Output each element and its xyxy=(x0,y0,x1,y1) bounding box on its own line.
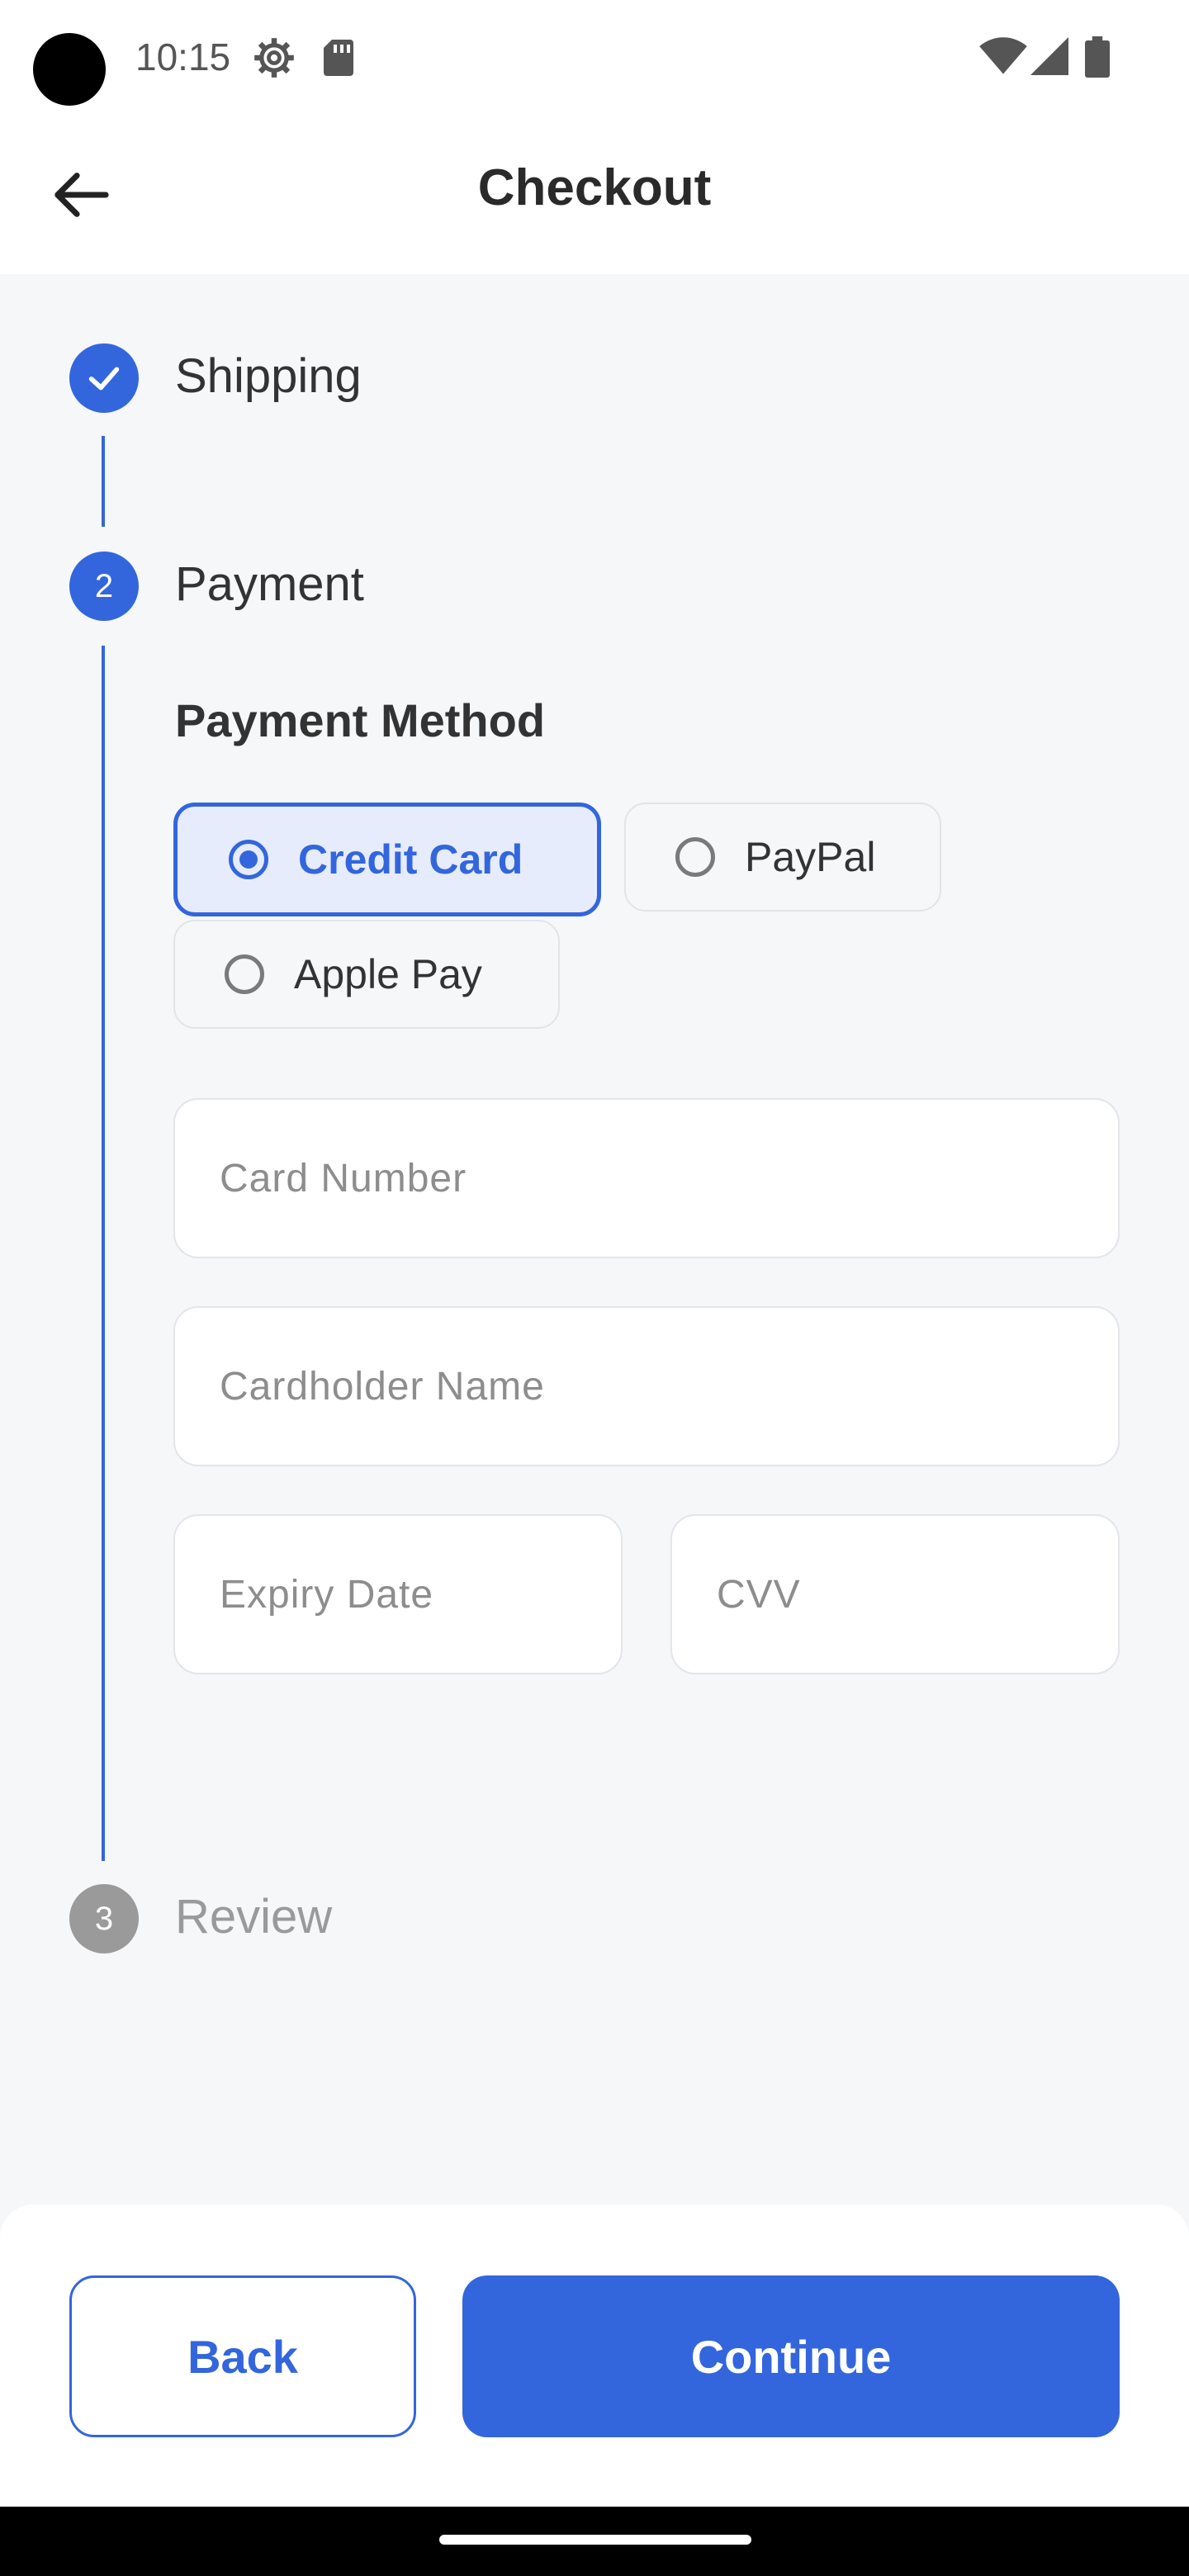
continue-button[interactable]: Continue xyxy=(462,2275,1120,2437)
payment-option-credit-card[interactable]: Credit Card xyxy=(173,803,601,916)
wifi-icon xyxy=(979,37,1027,74)
status-bar: 10:15 xyxy=(0,0,1189,116)
step-connector xyxy=(102,436,105,527)
payment-option-label: PayPal xyxy=(745,834,876,880)
radio-selected-icon xyxy=(229,840,268,879)
step-payment-number: 2 xyxy=(94,567,114,604)
payment-option-apple-pay[interactable]: Apple Pay xyxy=(173,920,560,1029)
system-navigation-bar xyxy=(0,2507,1189,2576)
step-payment-indicator: 2 xyxy=(69,552,139,621)
payment-option-paypal[interactable]: PayPal xyxy=(624,803,941,912)
card-number-field[interactable] xyxy=(173,1098,1120,1258)
cardholder-name-field[interactable] xyxy=(173,1306,1120,1466)
step-review-label[interactable]: Review xyxy=(175,1889,332,1944)
cvv-field[interactable] xyxy=(670,1514,1120,1674)
bottom-action-bar: Back Continue xyxy=(0,2204,1189,2507)
back-button[interactable]: Back xyxy=(69,2275,416,2437)
payment-option-label: Apple Pay xyxy=(294,951,482,997)
checkmark-icon xyxy=(88,367,120,391)
step-review-number: 3 xyxy=(94,1900,114,1937)
sd-card-icon xyxy=(324,40,353,76)
page-title: Checkout xyxy=(477,159,712,216)
payment-method-heading: Payment Method xyxy=(175,694,546,746)
step-shipping-indicator xyxy=(69,343,139,413)
home-gesture-handle[interactable] xyxy=(439,2535,751,2545)
cell-signal-icon xyxy=(1030,37,1068,75)
step-connector xyxy=(102,646,105,1861)
radio-unselected-icon xyxy=(675,837,715,877)
app-bar: Checkout xyxy=(0,116,1189,274)
payment-option-label: Credit Card xyxy=(298,836,523,883)
status-time: 10:15 xyxy=(135,36,231,78)
step-payment-label[interactable]: Payment xyxy=(175,556,364,612)
settings-gear-icon xyxy=(254,38,294,78)
step-shipping-label[interactable]: Shipping xyxy=(175,348,362,404)
expiry-date-field[interactable] xyxy=(173,1514,623,1674)
camera-cutout xyxy=(33,33,106,106)
step-review-indicator: 3 xyxy=(69,1884,139,1953)
battery-icon xyxy=(1085,36,1110,78)
radio-unselected-icon xyxy=(225,954,264,994)
